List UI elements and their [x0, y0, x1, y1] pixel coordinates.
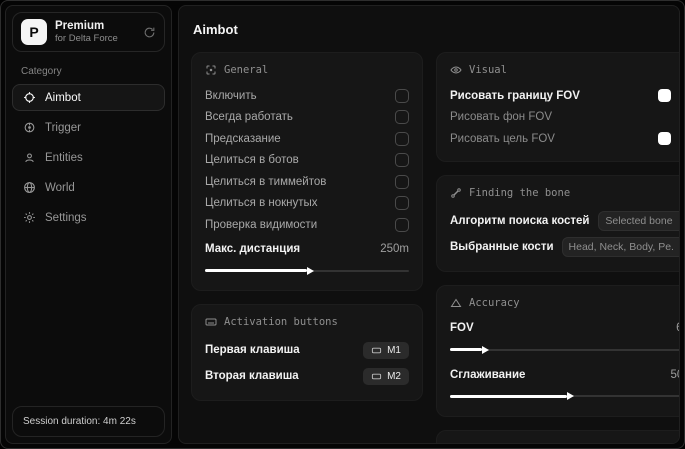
sidebar-item-aimbot[interactable]: Aimbot: [12, 84, 165, 112]
keyboard-icon: [205, 316, 217, 328]
bone-algorithm-select[interactable]: Selected bone: [598, 210, 679, 231]
sidebar-item-trigger[interactable]: Trigger: [12, 114, 165, 141]
visual-row-fov-border: Рисовать границу FOV ✓: [450, 85, 679, 107]
stopwatch-icon: [450, 442, 462, 443]
section-header: General: [224, 64, 269, 76]
session-duration: Session duration: 4m 22s: [12, 406, 165, 437]
visual-row-fov-background: Рисовать фон FOV ✓: [450, 107, 679, 129]
product-subtitle: for Delta Force: [55, 33, 118, 45]
section-header: Switch Delay: [469, 442, 545, 444]
app-logo: P: [21, 19, 47, 46]
toggle-row-prediction: Предсказание ✓: [205, 128, 409, 150]
toggle-row-visibility-check: Проверка видимости ✓: [205, 214, 409, 236]
smoothing-slider-group: Сглаживание 50%: [450, 364, 680, 401]
general-card: General Включить ✓ Всегда работать ✓ Пре…: [191, 52, 423, 291]
sidebar-item-label: World: [45, 181, 75, 194]
section-header: Finding the bone: [469, 186, 571, 199]
selected-bones-row: Выбранные кости Head, Neck, Body, Pe...: [450, 234, 679, 260]
sidebar-item-entities[interactable]: Entities: [12, 144, 165, 171]
max-distance-slider[interactable]: [205, 266, 409, 275]
keybind-button-m2[interactable]: M2: [363, 367, 409, 385]
max-distance-slider-group: Макс. дистанция 250m: [205, 239, 409, 276]
activation-buttons-card: Activation buttons Первая клавиша M1 Вто…: [191, 304, 423, 401]
mouse-key-icon: [371, 345, 382, 356]
mouse-key-icon: [371, 371, 382, 382]
sync-icon[interactable]: [143, 26, 156, 39]
sidebar-item-label: Entities: [45, 151, 83, 164]
visual-card: Visual Рисовать границу FOV ✓ Рисовать ф…: [436, 52, 679, 162]
eye-icon: [450, 64, 462, 76]
smoothing-slider[interactable]: [450, 392, 679, 401]
smoothing-value: 50%: [670, 368, 680, 381]
fov-slider[interactable]: [450, 345, 679, 354]
toggle-row-always-work: Всегда работать ✓: [205, 107, 409, 129]
entities-icon: [23, 151, 36, 164]
sidebar-item-settings[interactable]: Settings: [12, 204, 165, 231]
section-header: Activation buttons: [224, 316, 338, 328]
toggle-row-aim-bots: Целиться в ботов ✓: [205, 150, 409, 172]
scan-icon: [205, 64, 217, 76]
color-swatch[interactable]: [657, 132, 671, 146]
toggle-row-aim-knocked: Целиться в нокнутых ✓: [205, 193, 409, 215]
main-panel: Aimbot General Включить ✓ Всегда работат…: [178, 5, 680, 444]
sidebar-item-world[interactable]: World: [12, 174, 165, 201]
toggle-row-aim-teammates: Целиться в тиммейтов ✓: [205, 171, 409, 193]
sidebar: P Premium for Delta Force Category Aimbo…: [5, 5, 172, 444]
crosshair-icon: [23, 91, 36, 104]
brand-card: P Premium for Delta Force: [12, 12, 165, 53]
bone-icon: [450, 187, 462, 199]
checkbox-always-work[interactable]: ✓: [395, 110, 409, 125]
visual-row-fov-target: Рисовать цель FOV ✓: [450, 128, 679, 150]
triangle-icon: [450, 297, 462, 309]
fov-slider-group: FOV 60°: [450, 318, 679, 355]
checkbox-enable[interactable]: ✓: [395, 88, 409, 103]
bone-algorithm-row: Алгоритм поиска костей Selected bone: [450, 208, 679, 234]
sidebar-item-label: Trigger: [45, 121, 81, 134]
product-name: Premium: [55, 20, 105, 32]
switch-delay-card: Switch Delay Задержка переключения ✓ Зад…: [436, 429, 679, 444]
sidebar-item-label: Settings: [45, 211, 87, 224]
keybind-button-m1[interactable]: M1: [363, 341, 409, 359]
chevrons-up-down-icon: [677, 242, 679, 252]
category-label: Category: [21, 66, 62, 78]
max-distance-value: 250m: [380, 243, 409, 256]
toggle-row-enable: Включить ✓: [205, 85, 409, 107]
sidebar-item-label: Aimbot: [45, 91, 81, 104]
fov-value: 60°: [676, 322, 679, 334]
accuracy-card: Accuracy FOV 60° Сглаживание 50%: [436, 284, 680, 417]
finding-bone-card: Finding the bone Алгоритм поиска костей …: [436, 174, 679, 272]
checkbox-aim-bots[interactable]: ✓: [395, 153, 409, 168]
page-title: Aimbot: [193, 22, 238, 37]
checkbox-visibility-check[interactable]: ✓: [395, 217, 409, 232]
chevrons-up-down-icon: [677, 216, 679, 226]
checkbox-aim-teammates[interactable]: ✓: [395, 174, 409, 189]
globe-icon: [23, 181, 36, 194]
keybind-row-second: Вторая клавиша M2: [205, 363, 409, 389]
gear-icon: [23, 211, 36, 224]
color-swatch[interactable]: [657, 89, 671, 103]
checkbox-prediction[interactable]: ✓: [395, 131, 409, 146]
trigger-icon: [23, 121, 36, 134]
selected-bones-select[interactable]: Head, Neck, Body, Pe...: [561, 236, 679, 257]
checkbox-aim-knocked[interactable]: ✓: [395, 196, 409, 211]
section-header: Visual: [469, 64, 507, 76]
section-header: Accuracy: [469, 296, 520, 309]
keybind-row-first: Первая клавиша M1: [205, 337, 409, 363]
